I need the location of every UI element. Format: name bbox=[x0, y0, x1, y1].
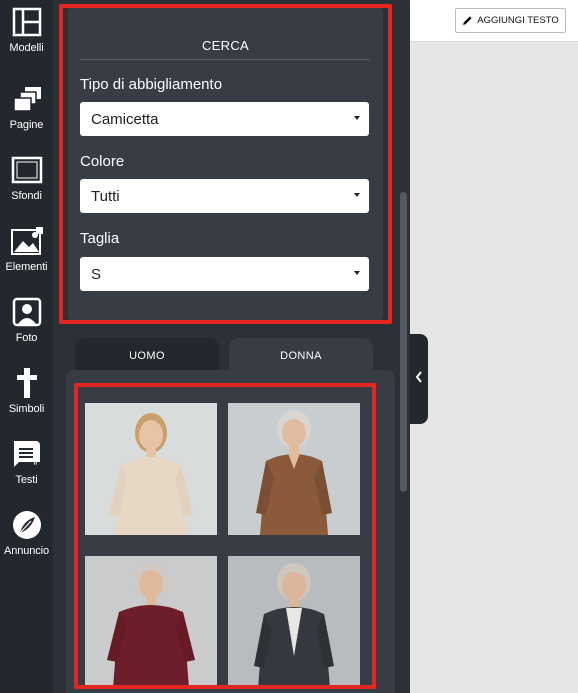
rail-item-testi[interactable]: " Testi bbox=[0, 432, 53, 500]
tool-rail: Modelli Pagine Sfondi Elementi Foto Simb… bbox=[0, 0, 53, 693]
rail-label: Elementi bbox=[5, 261, 48, 273]
rail-label: Modelli bbox=[9, 42, 44, 54]
rail-label: Testi bbox=[15, 474, 38, 486]
svg-text:": " bbox=[33, 461, 38, 470]
rail-item-sfondi[interactable]: Sfondi bbox=[0, 148, 53, 216]
text-icon: " bbox=[10, 438, 44, 470]
leaf-icon bbox=[10, 509, 44, 541]
tab-uomo[interactable]: UOMO bbox=[75, 338, 219, 374]
collapse-panel-button[interactable] bbox=[410, 334, 428, 424]
background-icon bbox=[10, 154, 44, 186]
layout-icon bbox=[10, 6, 44, 38]
highlight-box-search bbox=[59, 4, 392, 324]
rail-item-foto[interactable]: Foto bbox=[0, 290, 53, 358]
rail-label: Foto bbox=[15, 332, 38, 344]
rail-label: Annuncio bbox=[3, 545, 50, 557]
tab-donna[interactable]: DONNA bbox=[229, 338, 373, 374]
rail-item-annuncio[interactable]: Annuncio bbox=[0, 503, 53, 571]
rail-label: Simboli bbox=[8, 403, 45, 415]
add-text-label: AGGIUNGI TESTO bbox=[477, 15, 559, 26]
add-text-button[interactable]: AGGIUNGI TESTO bbox=[455, 8, 566, 33]
pencil-icon bbox=[462, 15, 473, 26]
person-photo-icon bbox=[10, 296, 44, 328]
rail-item-modelli[interactable]: Modelli bbox=[0, 0, 53, 68]
rail-item-simboli[interactable]: Simboli bbox=[0, 361, 53, 429]
panel-scrollbar[interactable] bbox=[400, 192, 407, 492]
app: Modelli Pagine Sfondi Elementi Foto Simb… bbox=[0, 0, 578, 693]
rail-label: Sfondi bbox=[11, 190, 42, 202]
image-icon bbox=[10, 225, 44, 257]
cross-icon bbox=[10, 367, 44, 399]
chevron-left-icon bbox=[414, 370, 424, 389]
rail-label: Pagine bbox=[9, 119, 44, 131]
pages-icon bbox=[10, 83, 44, 115]
rail-item-elementi[interactable]: Elementi bbox=[0, 219, 53, 287]
highlight-box-gallery bbox=[74, 383, 376, 689]
rail-item-pagine[interactable]: Pagine bbox=[0, 77, 53, 145]
